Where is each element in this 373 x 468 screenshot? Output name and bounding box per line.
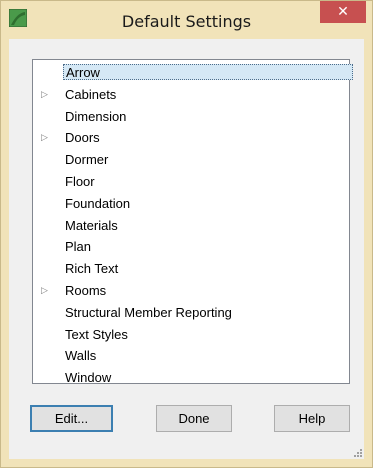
tree-item[interactable]: Plan	[33, 236, 349, 257]
expand-arrow-icon[interactable]: ▷	[41, 127, 51, 148]
help-button-label: Help	[298, 411, 326, 426]
tree-item-label: Foundation	[65, 195, 131, 211]
tree-item-label: Dormer	[65, 152, 109, 168]
close-button[interactable]: ✕	[320, 1, 366, 23]
tree-item[interactable]: Walls	[33, 345, 349, 366]
tree-item[interactable]: ▷ Doors	[33, 127, 349, 148]
tree-item[interactable]: Dormer	[33, 149, 349, 170]
tree-item-label: Floor	[65, 174, 95, 189]
edit-button-label: Edit...	[54, 411, 89, 426]
help-button[interactable]: Help	[274, 405, 350, 432]
tree-item-label: Doors	[65, 130, 100, 146]
done-button-label: Done	[178, 411, 210, 426]
default-settings-dialog: Default Settings ✕ Arrow ▷ Cabinets Dimensi…	[0, 0, 373, 468]
dialog-title: Default Settings	[121, 12, 252, 31]
tree-item[interactable]: Dimension	[33, 106, 349, 127]
tree-item-label: Cabinets	[65, 86, 117, 102]
close-icon: ✕	[337, 4, 349, 20]
tree-item[interactable]: ▷ Rooms	[33, 280, 349, 301]
tree-item[interactable]: ▷ Cabinets	[33, 84, 349, 105]
dialog-client-area: Arrow ▷ Cabinets Dimension ▷ Doors Dormer Floor…	[9, 39, 364, 459]
tree-item-label: Arrow	[63, 64, 353, 80]
tree-item-label: Window	[65, 370, 112, 386]
tree-item[interactable]: Rich Text	[33, 258, 349, 279]
tree-item[interactable]: Foundation	[33, 193, 349, 214]
tree-item-label: Materials	[65, 217, 118, 233]
tree-item[interactable]: Floor	[33, 171, 349, 192]
tree-item[interactable]: Window	[33, 367, 349, 388]
tree-item-label: Rich Text	[65, 261, 119, 277]
expand-arrow-icon[interactable]: ▷	[41, 280, 51, 301]
tree-item-label: Text Styles	[65, 326, 128, 342]
expand-arrow-icon[interactable]: ▷	[41, 84, 51, 105]
title-bar[interactable]: Default Settings ✕	[1, 1, 372, 39]
tree-item[interactable]: Text Styles	[33, 324, 349, 345]
edit-button[interactable]: Edit...	[30, 405, 113, 432]
tree-item-label: Walls	[65, 348, 97, 364]
resize-grip-icon[interactable]	[352, 447, 362, 457]
tree-item-label: Dimension	[65, 108, 127, 124]
done-button[interactable]: Done	[156, 405, 232, 432]
tree-item-label: Plan	[65, 239, 92, 255]
tree-item[interactable]: Arrow	[33, 62, 353, 83]
tree-item[interactable]: Structural Member Reporting	[33, 302, 349, 323]
tree-item-label: Structural Member Reporting	[65, 304, 232, 320]
settings-tree[interactable]: Arrow ▷ Cabinets Dimension ▷ Doors Dormer Floor…	[32, 59, 353, 385]
tree-item-label: Rooms	[65, 283, 107, 298]
tree-item[interactable]: Materials	[33, 215, 349, 236]
